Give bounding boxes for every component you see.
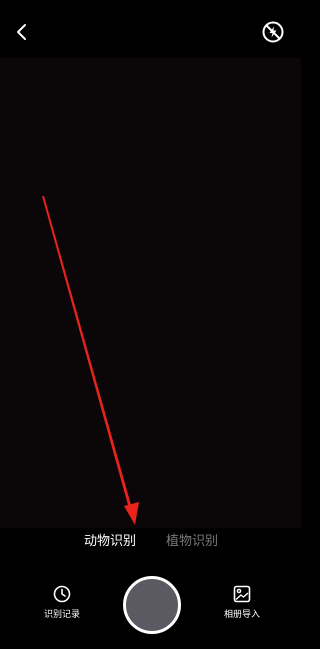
camera-viewfinder (0, 58, 301, 528)
top-bar (0, 0, 301, 58)
recognition-history-label: 识别记录 (43, 610, 80, 620)
flash-toggle-button[interactable] (261, 20, 285, 44)
recognition-history-button[interactable]: 识别记录 (32, 585, 92, 625)
shutter-button[interactable] (123, 576, 181, 634)
camera-controls: 识别记录 相册导入 (0, 558, 301, 649)
red-arrow-annotation (42, 196, 139, 525)
tab-plant-recognition[interactable]: 植物识别 (166, 534, 218, 550)
chevron-left-icon (17, 24, 26, 40)
flash-off-icon (262, 21, 284, 43)
clock-icon (53, 585, 71, 603)
tab-animal-recognition[interactable]: 动物识别 (84, 534, 136, 550)
back-button[interactable] (10, 20, 34, 44)
image-icon (233, 585, 251, 603)
album-import-button[interactable]: 相册导入 (212, 585, 272, 625)
recognition-mode-tabs: 动物识别 植物识别 (0, 528, 301, 558)
album-import-label: 相册导入 (223, 610, 260, 620)
